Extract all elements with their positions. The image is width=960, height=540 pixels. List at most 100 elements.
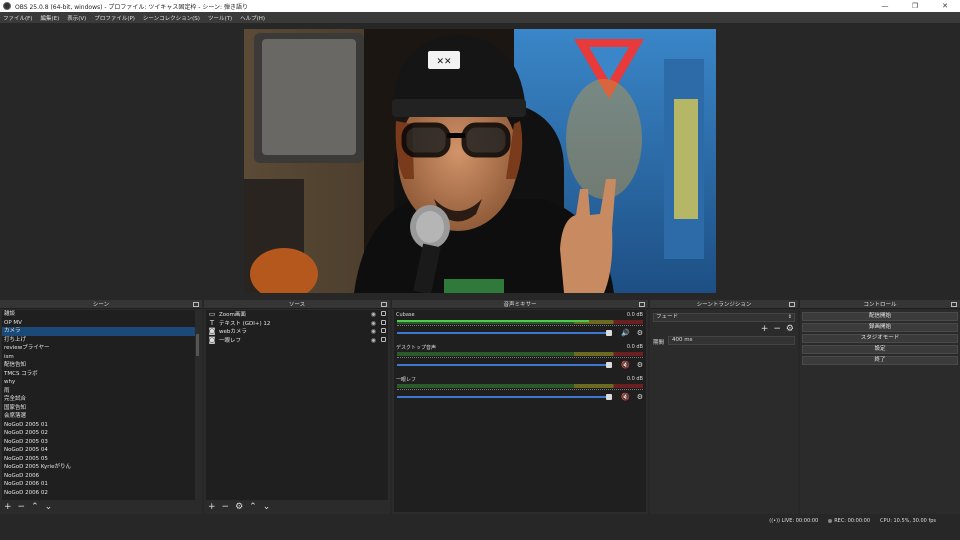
source-item[interactable]: ◙ 一眼レフ ◉ [206,336,388,345]
scene-item[interactable]: NoGoD 2006 [2,472,200,481]
source-type-icon: ◙ [208,335,216,344]
source-item[interactable]: T テキスト (GDI+) 12 ◉ [206,319,388,328]
scene-item[interactable]: 打ち上げ [2,336,200,345]
transitions-dock-title: シーントランジション [696,302,752,308]
move-down-icon[interactable]: ⌄ [263,502,271,512]
undock-icon[interactable] [639,302,645,307]
scene-item[interactable]: 配信告知 [2,361,200,370]
scene-item[interactable]: NoGoD 2006 01 [2,480,200,489]
menu-edit[interactable]: 編集(E) [40,14,59,22]
scene-item[interactable]: 雨 [2,387,200,396]
move-up-icon[interactable]: ⌃ [31,502,39,512]
add-scene-icon[interactable]: + [4,502,12,512]
sources-toolbar: + − ⚙ ⌃ ⌄ [204,500,390,514]
source-list[interactable]: ▭ Zoom画面 ◉ T テキスト (GDI+) 12 ◉ ◙ webカメラ ◉ ◙ 一眼レフ ◉ [206,310,388,500]
transition-properties-gear-icon[interactable]: ⚙ [786,324,794,334]
add-source-icon[interactable]: + [208,502,216,512]
scene-item[interactable]: 国家告知 [2,404,200,413]
transition-select[interactable]: フェード ⇕ [653,313,795,322]
scene-item[interactable]: カメラ [2,327,200,336]
remove-transition-icon[interactable]: − [773,324,781,334]
remove-scene-icon[interactable]: − [18,502,26,512]
lock-icon[interactable] [381,311,386,316]
volume-slider-handle[interactable] [606,362,612,368]
preview-canvas[interactable]: ✕✕ [244,29,716,293]
duration-spinbox[interactable]: 400 ms [668,336,795,345]
scene-item[interactable]: NoGoD 2005 02 [2,429,200,438]
scene-item[interactable]: 雑談 [2,310,200,319]
start-recording-button[interactable]: 録画開始 [802,323,958,332]
speaker-muted-icon[interactable]: 🔇 [621,393,630,401]
move-down-icon[interactable]: ⌄ [45,502,53,512]
minimize-button[interactable]: — [870,0,900,12]
mixer-dock-title: 音声ミキサー [503,302,537,308]
lock-icon[interactable] [381,319,386,325]
volume-slider[interactable] [397,362,612,368]
source-type-icon: ◙ [208,327,216,336]
cpu-status: CPU: 10.5%, 30.00 fps [880,518,936,524]
scene-item[interactable]: why [2,378,200,387]
move-up-icon[interactable]: ⌃ [249,502,257,512]
source-item[interactable]: ◙ webカメラ ◉ [206,327,388,336]
scene-item[interactable]: NoGoD 2005 03 [2,438,200,447]
scene-item[interactable]: reviewプライヤー [2,344,200,353]
volume-slider[interactable] [397,394,612,400]
scene-item[interactable]: TMCS コラボ [2,370,200,379]
volume-slider[interactable] [397,330,612,336]
studio-mode-button[interactable]: スタジオモード [802,334,958,343]
speaker-icon[interactable]: 🔊 [621,329,630,337]
visibility-eye-icon[interactable]: ◉ [371,320,376,327]
scene-list[interactable]: 雑談 OP MV カメラ 打ち上げ reviewプライヤー ism 配信告知 TMCS コラボ… [2,310,200,500]
close-button[interactable]: ✕ [930,0,960,12]
lock-icon[interactable] [381,328,386,333]
exit-button[interactable]: 終了 [802,356,958,365]
visibility-eye-icon[interactable]: ◉ [371,337,376,344]
undock-icon[interactable] [193,302,199,307]
menu-tools[interactable]: ツール(T) [208,14,232,22]
add-transition-icon[interactable]: + [761,324,769,334]
scrollbar-thumb[interactable] [196,334,199,356]
scene-item[interactable]: OP MV [2,319,200,328]
channel-db: 0.0 dB [626,312,643,318]
start-streaming-button[interactable]: 配信開始 [802,312,958,321]
speaker-muted-icon[interactable]: 🔇 [621,361,630,369]
menu-profile[interactable]: プロファイル(P) [94,14,135,22]
lock-icon[interactable] [381,336,386,342]
undock-icon[interactable] [789,302,795,307]
volume-slider-handle[interactable] [606,330,612,336]
maximize-button[interactable]: ❐ [900,0,930,12]
gear-icon[interactable]: ⚙ [637,329,643,337]
scene-item[interactable]: NoGoD 2005 01 [2,421,200,430]
settings-button[interactable]: 設定 [802,345,958,354]
volume-slider-handle[interactable] [606,394,612,400]
undock-icon[interactable] [951,302,957,307]
scene-item[interactable]: NoGoD 2006 02 [2,489,200,498]
source-item[interactable]: ▭ Zoom画面 ◉ [206,310,388,319]
scene-item[interactable]: NoGoD 2005 04 [2,446,200,455]
remove-source-icon[interactable]: − [222,502,230,512]
scene-item[interactable]: 会席落選 [2,412,200,421]
scene-item[interactable]: NoGoD 2005 Kyrieがりん [2,463,200,472]
menu-scene-collection[interactable]: シーンコレクション(S) [143,14,200,22]
visibility-eye-icon[interactable]: ◉ [371,311,376,318]
gear-icon[interactable]: ⚙ [637,361,643,369]
transitions-dock-header: シーントランジション [650,300,798,309]
undock-icon[interactable] [381,302,387,307]
meter-scale [397,389,643,392]
source-properties-gear-icon[interactable]: ⚙ [235,502,243,512]
scene-item[interactable]: 完全試合 [2,395,200,404]
controls-dock-title: コントロール [863,302,897,308]
menu-bar: ファイル(F) 編集(E) 表示(V) プロファイル(P) シーンコレクション(… [0,12,960,23]
gear-icon[interactable]: ⚙ [637,393,643,401]
menu-view[interactable]: 表示(V) [67,14,86,22]
menu-file[interactable]: ファイル(F) [3,14,32,22]
duration-label: 期間 [653,340,665,346]
menu-help[interactable]: ヘルプ(H) [240,14,265,22]
scene-item[interactable]: NoGoD 2005 05 [2,455,200,464]
volume-meter [397,352,643,356]
scene-item[interactable]: ism [2,353,200,362]
visibility-eye-icon[interactable]: ◉ [371,328,376,335]
transition-toolbar: + − ⚙ [761,324,794,334]
transition-select-value: フェード [656,314,679,320]
scene-list-scrollbar[interactable] [195,310,200,500]
